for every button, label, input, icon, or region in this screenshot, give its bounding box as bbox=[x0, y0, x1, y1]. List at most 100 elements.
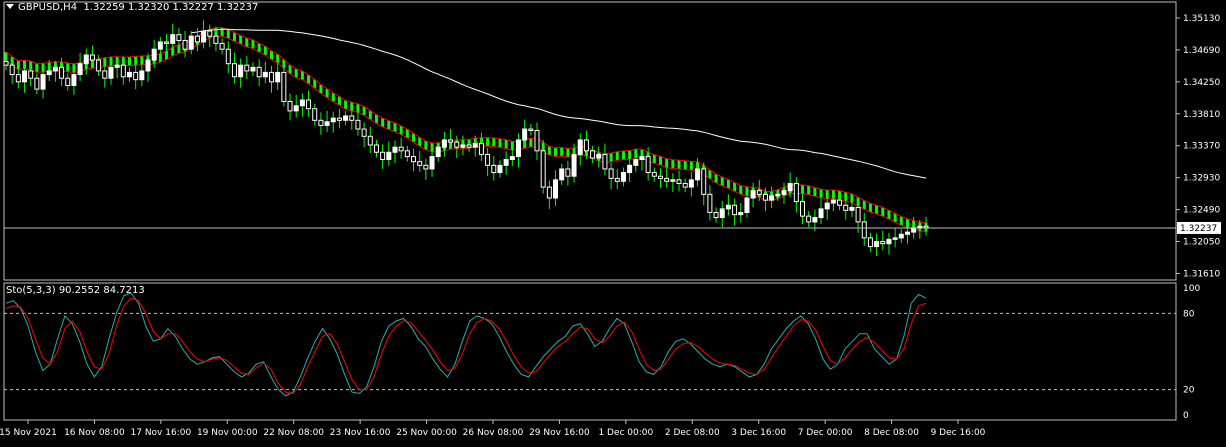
candle-body[interactable] bbox=[380, 151, 386, 161]
candle-body[interactable] bbox=[77, 63, 83, 76]
candle-body[interactable] bbox=[22, 70, 28, 83]
candle-body[interactable] bbox=[898, 233, 904, 239]
candle-body[interactable] bbox=[725, 204, 731, 210]
candle-body[interactable] bbox=[133, 71, 139, 81]
candle-body[interactable] bbox=[318, 119, 324, 126]
candle-body[interactable] bbox=[120, 64, 126, 78]
candle-body[interactable] bbox=[701, 168, 707, 195]
candle-body[interactable] bbox=[269, 71, 275, 83]
candle-body[interactable] bbox=[664, 177, 670, 182]
candle-body[interactable] bbox=[732, 204, 738, 216]
candle-body[interactable] bbox=[503, 159, 509, 166]
candle-body[interactable] bbox=[472, 143, 478, 148]
candle-body[interactable] bbox=[534, 129, 540, 152]
candle-body[interactable] bbox=[756, 190, 762, 195]
candle-body[interactable] bbox=[3, 61, 9, 66]
candle-body[interactable] bbox=[596, 153, 602, 159]
candle-body[interactable] bbox=[170, 34, 176, 44]
candle-body[interactable] bbox=[15, 74, 21, 83]
candle-body[interactable] bbox=[207, 30, 213, 37]
candle-body[interactable] bbox=[423, 164, 429, 170]
candle-body[interactable] bbox=[744, 197, 750, 213]
candle-body[interactable] bbox=[904, 231, 910, 235]
candle-body[interactable] bbox=[824, 202, 830, 210]
candle-body[interactable] bbox=[392, 146, 398, 153]
candle-body[interactable] bbox=[219, 42, 225, 50]
candle-body[interactable] bbox=[250, 66, 256, 72]
candle-body[interactable] bbox=[343, 115, 349, 121]
candle-body[interactable] bbox=[491, 164, 497, 174]
candle-body[interactable] bbox=[398, 146, 404, 152]
candle-body[interactable] bbox=[114, 64, 120, 68]
candle-body[interactable] bbox=[52, 66, 58, 72]
candle-body[interactable] bbox=[738, 211, 744, 216]
candle-body[interactable] bbox=[306, 99, 312, 110]
candle-body[interactable] bbox=[793, 182, 799, 203]
candle-body[interactable] bbox=[262, 71, 268, 78]
candle-body[interactable] bbox=[695, 168, 701, 181]
candle-body[interactable] bbox=[441, 139, 447, 148]
candle-body[interactable] bbox=[435, 146, 441, 158]
candle-body[interactable] bbox=[355, 119, 361, 130]
chart-window[interactable]: 1.35130 1.34690 1.34250 1.33810 1.33370 1.329… bbox=[0, 0, 1226, 443]
candle-body[interactable] bbox=[293, 105, 299, 112]
candle-body[interactable] bbox=[429, 156, 435, 170]
candle-body[interactable] bbox=[590, 150, 596, 159]
chart-canvas[interactable]: 1.35130 1.34690 1.34250 1.33810 1.33370 1.329… bbox=[0, 0, 1226, 443]
candle-body[interactable] bbox=[676, 179, 682, 184]
candle-body[interactable] bbox=[139, 70, 145, 81]
candle-body[interactable] bbox=[89, 54, 95, 61]
candle-body[interactable] bbox=[861, 221, 867, 239]
candle-body[interactable] bbox=[781, 190, 787, 195]
candle-body[interactable] bbox=[645, 156, 651, 174]
candle-body[interactable] bbox=[188, 35, 194, 50]
candle-body[interactable] bbox=[559, 168, 565, 181]
candle-body[interactable] bbox=[633, 159, 639, 166]
candle-body[interactable] bbox=[651, 172, 657, 177]
candle-body[interactable] bbox=[176, 34, 182, 41]
candle-body[interactable] bbox=[762, 193, 768, 201]
candle-body[interactable] bbox=[509, 156, 515, 161]
candle-body[interactable] bbox=[201, 30, 207, 43]
candle-body[interactable] bbox=[478, 143, 484, 155]
candle-body[interactable] bbox=[688, 179, 694, 188]
candle-body[interactable] bbox=[34, 77, 40, 90]
candle-body[interactable] bbox=[775, 193, 781, 197]
candle-body[interactable] bbox=[349, 115, 355, 121]
candle-body[interactable] bbox=[126, 71, 132, 78]
candle-body[interactable] bbox=[225, 48, 231, 65]
candle-body[interactable] bbox=[164, 41, 170, 44]
candle-body[interactable] bbox=[312, 108, 318, 121]
candle-body[interactable] bbox=[608, 168, 614, 179]
candle-body[interactable] bbox=[404, 150, 410, 158]
candle-body[interactable] bbox=[485, 153, 491, 166]
candle-body[interactable] bbox=[849, 206, 855, 211]
candle-body[interactable] bbox=[843, 204, 849, 211]
candle-body[interactable] bbox=[330, 117, 336, 123]
candle-body[interactable] bbox=[515, 139, 521, 158]
candle-body[interactable] bbox=[244, 64, 250, 72]
candle-body[interactable] bbox=[411, 156, 417, 163]
candle-body[interactable] bbox=[830, 199, 836, 204]
candle-body[interactable] bbox=[281, 71, 287, 102]
candle-body[interactable] bbox=[466, 144, 472, 148]
candle-body[interactable] bbox=[373, 144, 379, 153]
candle-body[interactable] bbox=[540, 150, 546, 188]
candle-body[interactable] bbox=[553, 179, 559, 199]
candle-body[interactable] bbox=[602, 153, 608, 170]
candle-body[interactable] bbox=[787, 182, 793, 192]
candle-body[interactable] bbox=[287, 100, 293, 112]
candle-body[interactable] bbox=[83, 54, 89, 65]
candle-body[interactable] bbox=[417, 161, 423, 166]
candle-body[interactable] bbox=[367, 135, 373, 146]
candle-body[interactable] bbox=[855, 206, 861, 223]
candle-body[interactable] bbox=[448, 139, 454, 143]
candle-body[interactable] bbox=[639, 156, 645, 161]
candle-body[interactable] bbox=[682, 182, 688, 188]
candle-body[interactable] bbox=[386, 151, 392, 161]
candle-body[interactable] bbox=[151, 48, 157, 61]
candle-body[interactable] bbox=[867, 237, 873, 248]
candle-body[interactable] bbox=[9, 64, 15, 76]
candle-body[interactable] bbox=[213, 35, 219, 44]
candle-body[interactable] bbox=[713, 211, 719, 219]
